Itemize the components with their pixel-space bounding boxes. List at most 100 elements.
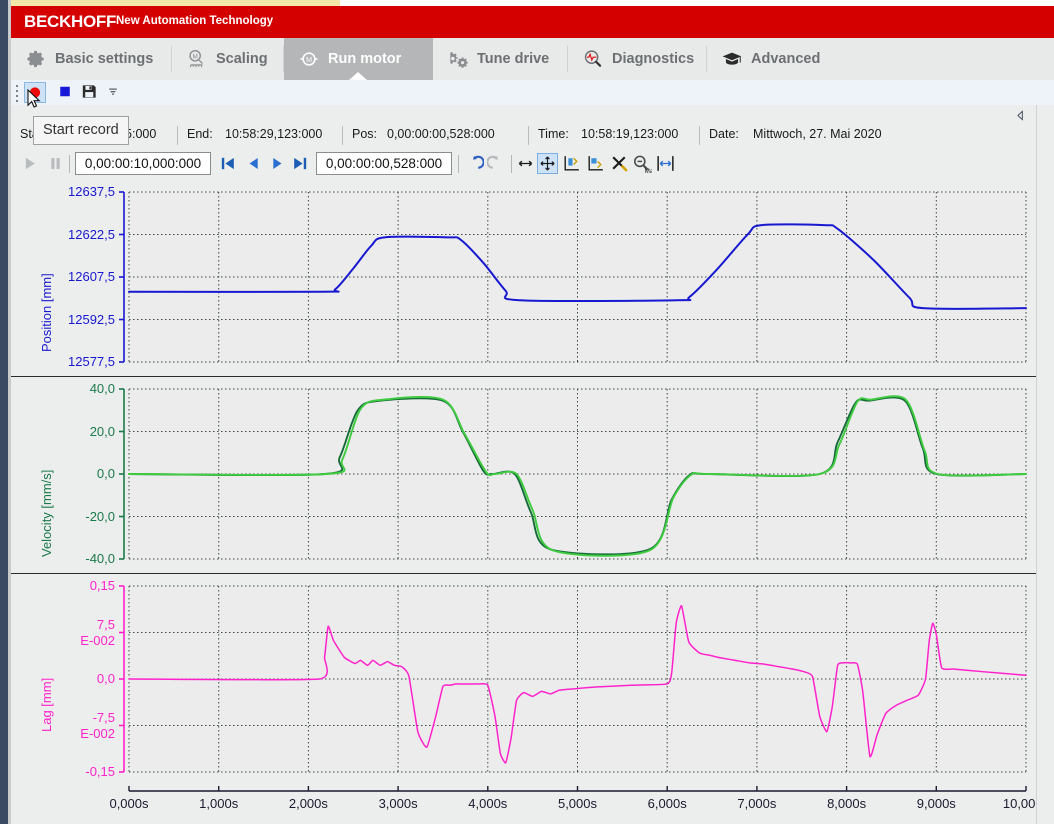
pos-label: Pos: [352,127,377,141]
tab-basic-settings[interactable]: Basic settings [11,38,171,80]
toolbar-separator [511,155,512,173]
y-tick-label: 12592,5 [68,312,115,328]
x-tick-label: 0,000s [84,796,174,811]
svg-text:M: M [306,55,312,64]
pan-tool[interactable] [537,153,558,174]
pause-button[interactable] [45,153,66,174]
zoom-max-tool[interactable]: Max [631,153,652,174]
y-tick-label: -7,5E-002 [80,710,115,742]
y-tick-label: 0,15 [90,578,115,594]
time-label: Time: [538,127,569,141]
scale-y-left-tool[interactable] [561,153,582,174]
window-left-rail [0,0,8,824]
playback-toolbar: 0,00:00:10,000:000 0,00:00:00,528:000 [11,148,1054,181]
tab-advanced[interactable]: Advanced [707,38,833,80]
x-tick-label: 7,000s [712,796,802,811]
zoom-horizontal-tool[interactable] [515,153,536,174]
x-tick-label: 8,000s [802,796,892,811]
graduation-cap-icon [721,48,743,70]
info-separator [177,126,178,145]
info-separator [699,126,700,145]
start-record-tooltip: Start record [33,116,129,145]
y-tick-label: 12622,5 [68,227,115,243]
beckhoff-logo: BECKHOFF [24,12,116,32]
y-tick-label: 0,0 [97,671,115,687]
x-tick-label: 5,000s [533,796,623,811]
y-tick-label: 12607,5 [68,269,115,285]
svg-text:Max: Max [645,168,652,174]
position-chart[interactable]: Position [mm] 12637,512622,512607,512592… [11,180,1037,377]
step-back-button[interactable] [243,153,264,174]
lag-chart[interactable]: Lag [mm] 0,157,5E-0020,0-7,5E-002-0,15 [11,574,1037,786]
y-tick-label: 0,0 [97,466,115,482]
motor-icon: M [298,48,320,70]
duration-field[interactable]: 0,00:00:10,000:000 [75,152,211,175]
gear-icon [25,48,47,70]
mouse-cursor-icon [27,89,43,116]
end-value: 10:58:29,123:000 [225,127,322,141]
date-label: Date: [709,127,739,141]
step-forward-button[interactable] [267,153,288,174]
toolbar-overflow-button[interactable] [103,82,125,103]
y-tick-label: -0,15 [85,764,115,780]
brand-bar: BECKHOFF New Automation Technology [11,6,1054,38]
y-tick-label: 12637,5 [68,184,115,200]
tab-scaling[interactable]: M Scaling [172,38,283,80]
time-axis: 0,000s1,000s2,000s3,000s4,000s5,000s6,00… [11,786,1037,824]
skip-to-end-button[interactable] [290,153,311,174]
date-value: Mittwoch, 27. Mai 2020 [753,127,882,141]
gears-icon [447,48,469,70]
y-tick-label: 7,5E-002 [80,617,115,649]
tab-tune-drive[interactable]: Tune drive [433,38,567,80]
x-tick-label: 1,000s [174,796,264,811]
y-tick-label: -20,0 [85,509,115,525]
end-label: End: [187,127,213,141]
position-plot[interactable] [11,180,1037,376]
x-tick-label: 3,000s [353,796,443,811]
toolbar-separator [69,155,70,173]
x-tick-label: 9,000s [891,796,981,811]
time-value: 10:58:19,123:000 [581,127,678,141]
toolbar-separator [458,155,459,173]
save-record-button[interactable] [79,82,101,103]
info-separator [342,126,343,145]
tab-run-motor[interactable]: M Run motor [284,38,433,80]
info-separator [528,126,529,145]
skip-to-start-button[interactable] [217,153,238,174]
tab-label: Tune drive [477,51,549,67]
main-tab-bar: Basic settings M Scaling M [11,38,1054,81]
active-tab-indicator [349,72,367,80]
y-tick-label: 40,0 [90,381,115,397]
tab-label: Advanced [751,51,820,67]
scale-y-right-tool[interactable] [585,153,606,174]
svg-text:M: M [192,54,197,61]
undo-button[interactable] [463,153,484,174]
x-tick-label: 6,000s [622,796,712,811]
play-button[interactable] [19,153,40,174]
x-tick-label: 2,000s [263,796,353,811]
redo-button[interactable] [487,153,508,174]
tab-label: Diagnostics [612,51,694,67]
clear-tool[interactable] [609,153,630,174]
y-tick-label: 12577,5 [68,354,115,370]
position-field[interactable]: 0,00:00:00,528:000 [316,152,452,175]
tab-label: Basic settings [55,51,153,67]
tab-label: Scaling [216,51,268,67]
magnifier-pulse-icon [582,48,604,70]
chart-scroll-strip [11,105,1054,125]
record-toolbar [11,80,1054,106]
y-tick-label: 20,0 [90,424,115,440]
tab-label: Run motor [328,51,401,67]
chart-vertical-scroll-area[interactable] [1036,105,1054,824]
tab-diagnostics[interactable]: Diagnostics [568,38,706,80]
velocity-chart[interactable]: Velocity [mm/s] 40,020,00,0-20,0-40,0 [11,377,1037,574]
velocity-plot[interactable] [11,377,1037,573]
fit-width-tool[interactable] [655,153,676,174]
brand-tagline: New Automation Technology [116,15,273,27]
y-tick-label: -40,0 [85,551,115,567]
toolbar-grip-icon[interactable] [16,85,20,100]
lag-plot[interactable] [11,574,1037,786]
x-tick-label: 4,000s [443,796,533,811]
motor-ruler-icon: M [186,48,208,70]
stop-record-button[interactable] [55,82,77,103]
